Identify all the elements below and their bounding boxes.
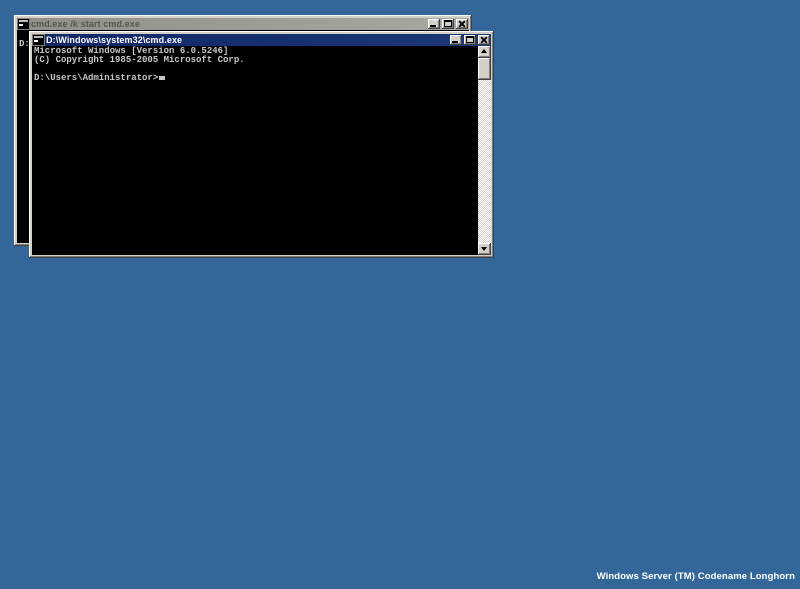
close-icon (457, 20, 467, 28)
close-button[interactable] (456, 19, 468, 29)
scrollbar-track[interactable] (478, 80, 491, 243)
scroll-up-button[interactable] (478, 46, 491, 58)
cmd-icon-prompt (19, 24, 23, 26)
cmd-icon[interactable] (33, 35, 44, 45)
titlebar-active[interactable]: D:\Windows\system32\cmd.exe (32, 34, 491, 46)
minimize-button[interactable] (450, 35, 462, 45)
cmd-icon[interactable] (18, 19, 29, 29)
vertical-scrollbar[interactable] (478, 46, 491, 255)
window-cmd-active[interactable]: D:\Windows\system32\cmd.exe Microsoft Wi… (29, 31, 494, 258)
desktop[interactable]: cmd.exe /k start cmd.exe D: D:\Windows\s… (0, 0, 800, 589)
maximize-button[interactable] (442, 19, 454, 29)
text-cursor (159, 76, 166, 80)
scrollbar-thumb[interactable] (478, 58, 491, 80)
arrow-up-icon (481, 49, 487, 53)
close-icon (479, 36, 489, 44)
maximize-icon (466, 36, 474, 43)
window-title: D:\Windows\system32\cmd.exe (46, 35, 183, 45)
maximize-icon (444, 20, 452, 27)
maximize-button[interactable] (464, 35, 476, 45)
cmd-icon-titlestrip (34, 36, 43, 38)
desktop-watermark: Windows Server (TM) Codename Longhorn (596, 571, 795, 582)
minimize-icon (452, 41, 458, 43)
console-output[interactable]: Microsoft Windows [Version 6.0.5246] (C)… (32, 46, 478, 255)
close-button[interactable] (478, 35, 490, 45)
console-text: Microsoft Windows [Version 6.0.5246] (C)… (32, 46, 478, 83)
caption-buttons (428, 19, 468, 29)
minimize-icon (430, 25, 436, 27)
caption-buttons (450, 35, 490, 45)
titlebar-inactive[interactable]: cmd.exe /k start cmd.exe (17, 18, 469, 30)
console-text-content: Microsoft Windows [Version 6.0.5246] (C)… (34, 46, 245, 83)
minimize-button[interactable] (428, 19, 440, 29)
window-title: cmd.exe /k start cmd.exe (31, 19, 140, 29)
cmd-icon-prompt (34, 40, 38, 42)
arrow-down-icon (481, 247, 487, 251)
scroll-down-button[interactable] (478, 243, 491, 255)
cmd-icon-titlestrip (19, 20, 28, 22)
